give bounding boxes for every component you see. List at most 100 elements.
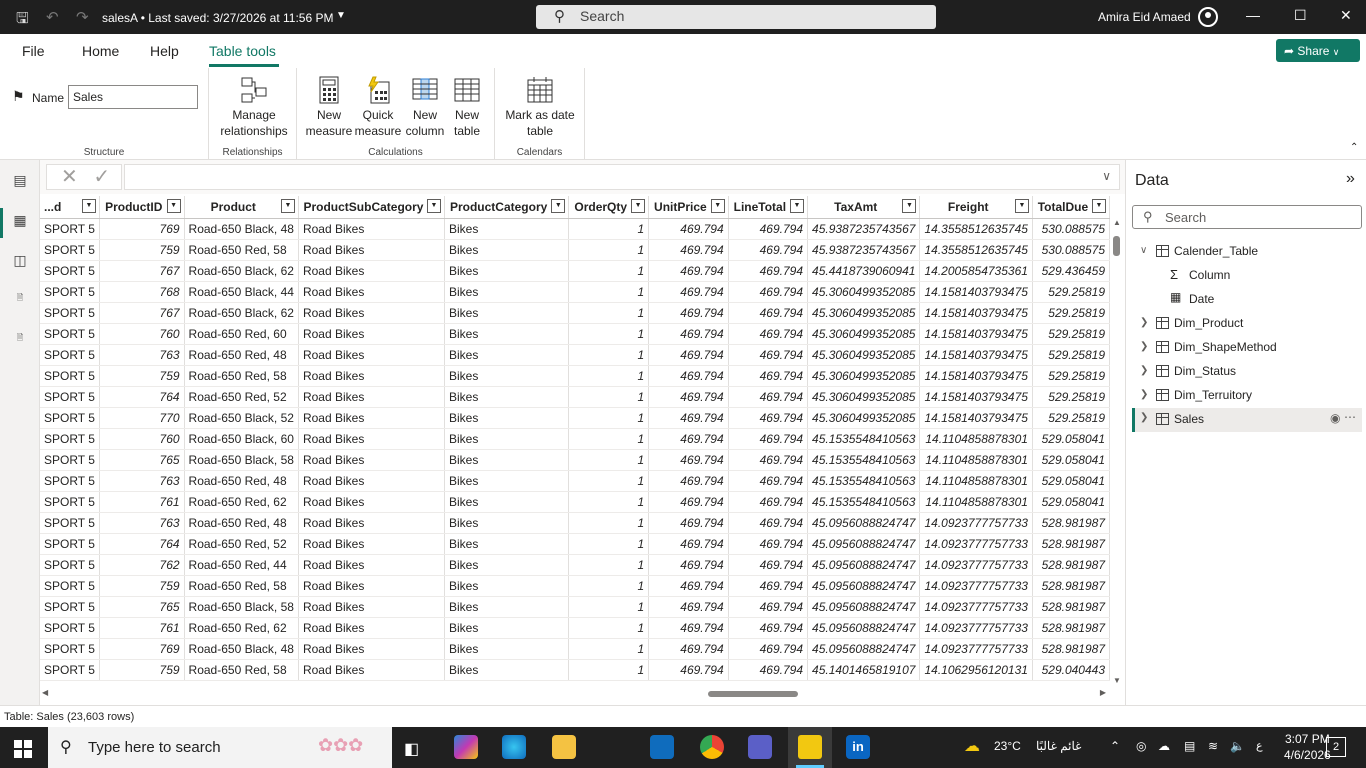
table-cell[interactable]: 469.794 xyxy=(648,659,729,681)
table-cell[interactable]: 469.794 xyxy=(728,596,809,618)
close-icon[interactable]: ✕ xyxy=(1340,7,1352,24)
table-cell[interactable]: 1 xyxy=(568,281,650,303)
weather-text[interactable]: غائم غالبًا xyxy=(1036,739,1081,753)
table-cell[interactable]: 763 xyxy=(99,512,185,534)
undo-icon[interactable]: ↶ xyxy=(46,8,59,26)
table-cell[interactable]: 1 xyxy=(568,365,650,387)
temperature[interactable]: 23°C xyxy=(994,739,1021,753)
table-cell[interactable]: Bikes xyxy=(444,407,570,429)
table-cell[interactable]: Road Bikes xyxy=(298,554,445,576)
table-cell[interactable]: 45.3060499352085 xyxy=(807,323,921,345)
table-cell[interactable]: 469.794 xyxy=(648,239,729,261)
table-row[interactable]: SPORT 5 763 Road-650 Red, 48 Road Bikes Bike… xyxy=(40,470,1110,492)
data-search-input[interactable]: ⚲ Search xyxy=(1132,205,1362,229)
table-cell[interactable]: Bikes xyxy=(444,428,570,450)
table-cell[interactable]: SPORT 5 xyxy=(40,554,100,576)
table-cell[interactable]: Bikes xyxy=(444,638,570,660)
chrome-icon[interactable] xyxy=(700,735,724,759)
table-cell[interactable]: 469.794 xyxy=(728,449,809,471)
table-cell[interactable]: 469.794 xyxy=(728,659,809,681)
table-cell[interactable]: Bikes xyxy=(444,659,570,681)
table-cell[interactable]: Bikes xyxy=(444,344,570,366)
table-cell[interactable]: 469.794 xyxy=(648,302,729,324)
column-header[interactable]: LineTotal ▼ xyxy=(728,196,809,219)
table-cell[interactable]: 14.0923777757733 xyxy=(919,575,1033,597)
column-header[interactable]: OrderQty ▼ xyxy=(568,196,650,219)
column-header[interactable]: ProductSubCategory ▼ xyxy=(298,196,445,219)
eye-icon[interactable]: ◉ xyxy=(1330,411,1340,425)
table-cell[interactable]: Road Bikes xyxy=(298,491,445,513)
mic-icon[interactable]: ◎ xyxy=(1136,739,1146,753)
table-cell[interactable]: 14.0923777757733 xyxy=(919,638,1033,660)
chevron-down-icon[interactable]: ▼ xyxy=(336,10,346,21)
table-cell[interactable]: SPORT 5 xyxy=(40,323,100,345)
table-cell[interactable]: 529.040443 xyxy=(1032,659,1110,681)
table-row[interactable]: SPORT 5 759 Road-650 Red, 58 Road Bikes Bike… xyxy=(40,575,1110,597)
table-row[interactable]: SPORT 5 763 Road-650 Red, 48 Road Bikes Bike… xyxy=(40,344,1110,366)
table-cell[interactable]: 769 xyxy=(99,218,185,240)
table-cell[interactable]: 469.794 xyxy=(648,407,729,429)
table-cell[interactable]: SPORT 5 xyxy=(40,365,100,387)
table-cell[interactable]: 1 xyxy=(568,554,650,576)
table-cell[interactable]: SPORT 5 xyxy=(40,449,100,471)
filter-dropdown-icon[interactable]: ▼ xyxy=(551,199,566,213)
table-cell[interactable]: Road-650 Black, 52 xyxy=(184,407,299,429)
table-cell[interactable]: Road-650 Red, 58 xyxy=(184,365,299,387)
table-cell[interactable]: Bikes xyxy=(444,302,570,324)
table-cell[interactable]: Road Bikes xyxy=(298,407,445,429)
table-cell[interactable]: Bikes xyxy=(444,512,570,534)
table-cell[interactable]: 469.794 xyxy=(648,533,729,555)
table-cell[interactable]: Road Bikes xyxy=(298,302,445,324)
table-cell[interactable]: 1 xyxy=(568,449,650,471)
tree-item-calender-table[interactable]: ∨ Calender_Table xyxy=(1140,242,1360,264)
dax-query-view-icon[interactable]: 🗎 xyxy=(11,292,29,310)
notification-icon[interactable]: 2 xyxy=(1326,737,1346,757)
table-cell[interactable]: 45.9387235743567 xyxy=(807,218,921,240)
filter-dropdown-icon[interactable]: ▼ xyxy=(166,199,181,213)
table-cell[interactable]: 1 xyxy=(568,638,650,660)
table-cell[interactable]: 469.794 xyxy=(648,218,729,240)
table-cell[interactable]: 45.1401465819107 xyxy=(807,659,921,681)
table-cell[interactable]: Road-650 Black, 58 xyxy=(184,449,299,471)
table-row[interactable]: SPORT 5 763 Road-650 Red, 48 Road Bikes Bike… xyxy=(40,512,1110,534)
table-cell[interactable]: Bikes xyxy=(444,533,570,555)
table-cell[interactable]: Road Bikes xyxy=(298,218,445,240)
avatar[interactable] xyxy=(1198,7,1218,27)
table-cell[interactable]: 469.794 xyxy=(728,386,809,408)
table-cell[interactable]: 469.794 xyxy=(648,470,729,492)
column-header[interactable]: ProductID ▼ xyxy=(99,196,185,219)
table-cell[interactable]: Road-650 Red, 48 xyxy=(184,344,299,366)
quick-measure-button[interactable]: Quick measure xyxy=(353,76,403,139)
table-cell[interactable]: 469.794 xyxy=(728,575,809,597)
table-cell[interactable]: 45.0956088824747 xyxy=(807,575,921,597)
table-cell[interactable]: 759 xyxy=(99,365,185,387)
filter-dropdown-icon[interactable]: ▼ xyxy=(426,199,441,213)
table-cell[interactable]: Road-650 Red, 58 xyxy=(184,659,299,681)
table-cell[interactable]: 529.058041 xyxy=(1032,428,1110,450)
table-cell[interactable]: 760 xyxy=(99,323,185,345)
table-cell[interactable]: SPORT 5 xyxy=(40,260,100,282)
table-cell[interactable]: Bikes xyxy=(444,260,570,282)
table-cell[interactable]: 469.794 xyxy=(648,596,729,618)
table-cell[interactable]: 769 xyxy=(99,638,185,660)
taskbar-search-input[interactable]: ⚲ Type here to search ✿✿✿ xyxy=(48,727,392,768)
table-cell[interactable]: 762 xyxy=(99,554,185,576)
table-cell[interactable]: Bikes xyxy=(444,617,570,639)
chevron-up-icon[interactable]: ⌃ xyxy=(1110,739,1120,753)
table-cell[interactable]: 469.794 xyxy=(728,344,809,366)
table-cell[interactable]: 14.1581403793475 xyxy=(919,407,1033,429)
table-cell[interactable]: SPORT 5 xyxy=(40,281,100,303)
table-cell[interactable]: Bikes xyxy=(444,386,570,408)
table-cell[interactable]: 528.981987 xyxy=(1032,575,1110,597)
table-cell[interactable]: 14.3558512635745 xyxy=(919,218,1033,240)
menu-help[interactable]: Help xyxy=(150,43,179,59)
table-cell[interactable]: 1 xyxy=(568,428,650,450)
menu-home[interactable]: Home xyxy=(82,43,119,59)
menu-file[interactable]: File xyxy=(22,43,45,59)
table-cell[interactable]: 45.3060499352085 xyxy=(807,365,921,387)
more-options-icon[interactable]: ⋯ xyxy=(1344,410,1356,424)
tree-item-sales[interactable]: ❯ Sales ◉ ⋯ xyxy=(1132,408,1362,432)
redo-icon[interactable]: ↷ xyxy=(76,8,89,26)
title-search-box[interactable]: ⚲ Search xyxy=(536,5,936,29)
table-cell[interactable]: 1 xyxy=(568,302,650,324)
